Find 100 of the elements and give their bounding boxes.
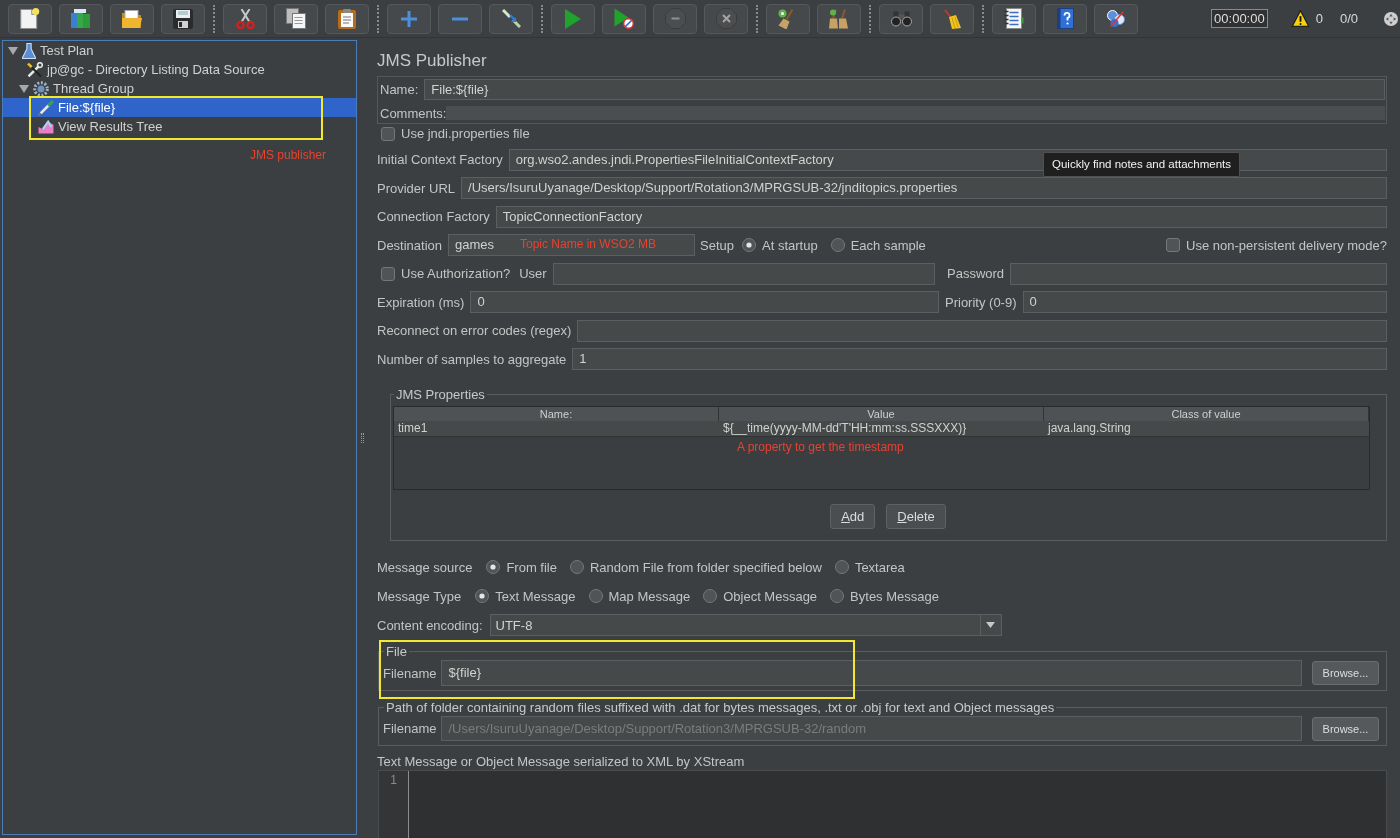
password-field[interactable] [1010, 262, 1387, 285]
table-button[interactable]: Delete [886, 504, 946, 529]
field-label: Password [947, 266, 1005, 281]
scissors-icon [235, 8, 255, 29]
radio-button[interactable]: Bytes Message [830, 588, 939, 604]
toolbar-button[interactable] [992, 3, 1036, 34]
field-label: Reconnect on error codes (regex) [377, 323, 572, 338]
radio-button[interactable]: At startup [742, 237, 818, 253]
field-label: Message Type [377, 588, 462, 604]
field-label: Comments: [380, 105, 447, 121]
user-field[interactable] [552, 262, 935, 285]
flask-icon [22, 42, 36, 59]
document-icon [20, 8, 40, 29]
octagon-x-icon [715, 8, 737, 29]
clipboard-icon [338, 8, 356, 29]
folder-icon [122, 9, 142, 28]
arrows-circle-icon [1384, 11, 1398, 26]
priority-field[interactable]: 0 [1022, 291, 1387, 313]
field-label: Content encoding: [377, 617, 483, 633]
field-label: Connection Factory [377, 209, 490, 224]
tools-icon [27, 61, 43, 78]
toolbar-button[interactable] [223, 3, 267, 34]
toolbar-button[interactable] [8, 3, 52, 34]
toolbar-button[interactable] [325, 3, 369, 34]
checkbox[interactable]: Use non-persistent delivery mode? [1166, 237, 1387, 253]
field-label: Text Message or Object Message serialized to XML by XStream [377, 754, 746, 769]
graph-icon [38, 119, 54, 134]
checkbox[interactable]: Use jndi.properties file [381, 126, 530, 141]
toolbar-button[interactable] [274, 3, 318, 34]
warning-icon [1290, 10, 1310, 27]
samples-field[interactable]: 1 [572, 348, 1387, 370]
circles-icon [1106, 9, 1126, 28]
broom-icon [943, 8, 961, 29]
table-cell-text: time1 [397, 421, 429, 436]
tree-item[interactable]: Test Plan [3, 41, 356, 60]
text-editor-field[interactable]: 1 [378, 770, 1387, 838]
toolbar-button[interactable] [161, 3, 205, 34]
copy-icon [286, 8, 306, 29]
panel-title: JMS Properties [395, 387, 486, 402]
encoding-dropdown[interactable]: UTF-8 [489, 614, 1002, 636]
toolbar-button[interactable] [1094, 3, 1138, 34]
binoculars-icon [890, 10, 912, 27]
reconnect-field[interactable] [577, 319, 1387, 342]
annotation-note: Topic Name in WSO2 MB [520, 237, 657, 251]
radio-button[interactable]: Text Message [475, 588, 576, 604]
connection-factory-field[interactable]: TopicConnectionFactory [495, 205, 1387, 228]
toolbar-button[interactable] [930, 3, 974, 34]
field-label: Filename [383, 665, 437, 681]
field-label: Destination [377, 237, 443, 253]
annotation-note: JMS publisher [250, 148, 327, 162]
play-no-entry-icon [614, 8, 634, 29]
field-label: Name: [380, 82, 419, 97]
toolbar-button[interactable] [110, 3, 154, 34]
brooms-icon [829, 8, 849, 29]
books-icon [71, 8, 91, 29]
line-number: 1 [389, 772, 398, 789]
checkbox[interactable]: Use Authorization? [381, 266, 511, 281]
radio-button[interactable]: Map Message [588, 588, 691, 604]
field-label: Number of samples to aggregate [377, 351, 567, 367]
filename-field[interactable]: ${file} [441, 660, 1302, 686]
caret-icon[interactable] [19, 84, 29, 93]
play-icon [565, 8, 581, 29]
toolbar-button[interactable] [489, 3, 533, 34]
radio-button[interactable]: Textarea [834, 559, 905, 575]
grip-icon[interactable] [360, 433, 364, 443]
editor-title: JMS Publisher [377, 50, 488, 72]
octagon-icon [664, 8, 686, 29]
expiration-field[interactable]: 0 [470, 291, 939, 313]
pencils-icon [501, 9, 521, 28]
comments-field[interactable] [446, 106, 1385, 120]
tree-item[interactable]: View Results Tree [3, 117, 356, 136]
notebook-icon [1004, 8, 1024, 29]
field-label: Initial Context Factory [377, 152, 503, 167]
radio-button[interactable]: Each sample [830, 237, 926, 253]
gear-icon [33, 80, 49, 97]
table-button[interactable]: Add [830, 504, 876, 529]
radio-button[interactable]: From file [486, 559, 557, 575]
table-cell-text: ${__time(yyyy-MM-dd'T'HH:mm:ss.SSSXXX)} [722, 421, 968, 436]
thread-count: 0/0 [1339, 11, 1358, 26]
tree-item[interactable]: jp@gc - Directory Listing Data Source [3, 60, 356, 79]
field-label: Expiration (ms) [377, 294, 465, 310]
annotation-note: A property to get the timestamp [737, 440, 904, 454]
url-field[interactable]: /Users/IsuruUyanage/Desktop/Support/Rotation3/MPRGSUB-32/jnditopics.properties [461, 177, 1387, 199]
toolbar-button[interactable] [59, 3, 103, 34]
radio-button[interactable]: Random File from folder specified below [569, 559, 822, 575]
field-label: Filename [383, 721, 437, 736]
help-book-icon [1056, 8, 1074, 29]
field-label: Message source [377, 559, 473, 575]
radio-button[interactable]: Object Message [703, 588, 818, 604]
tree-item[interactable]: Thread Group [3, 79, 356, 98]
tree-item[interactable]: File:${file} [3, 98, 356, 117]
tooltip: Quickly find notes and attachments [1043, 152, 1240, 177]
field-label: User [519, 266, 547, 281]
toolbar-button[interactable] [1043, 3, 1087, 34]
plus-icon [401, 10, 417, 27]
browse-button[interactable]: Browse... [1312, 661, 1379, 685]
name-field[interactable]: File:${file} [424, 79, 1385, 100]
toolbar-button[interactable] [602, 3, 646, 34]
panel-title: Path of folder containing random files suffixed with .dat for bytes messages, .txt or .obj for text and Object messages [385, 700, 1056, 715]
caret-icon[interactable] [8, 46, 18, 55]
